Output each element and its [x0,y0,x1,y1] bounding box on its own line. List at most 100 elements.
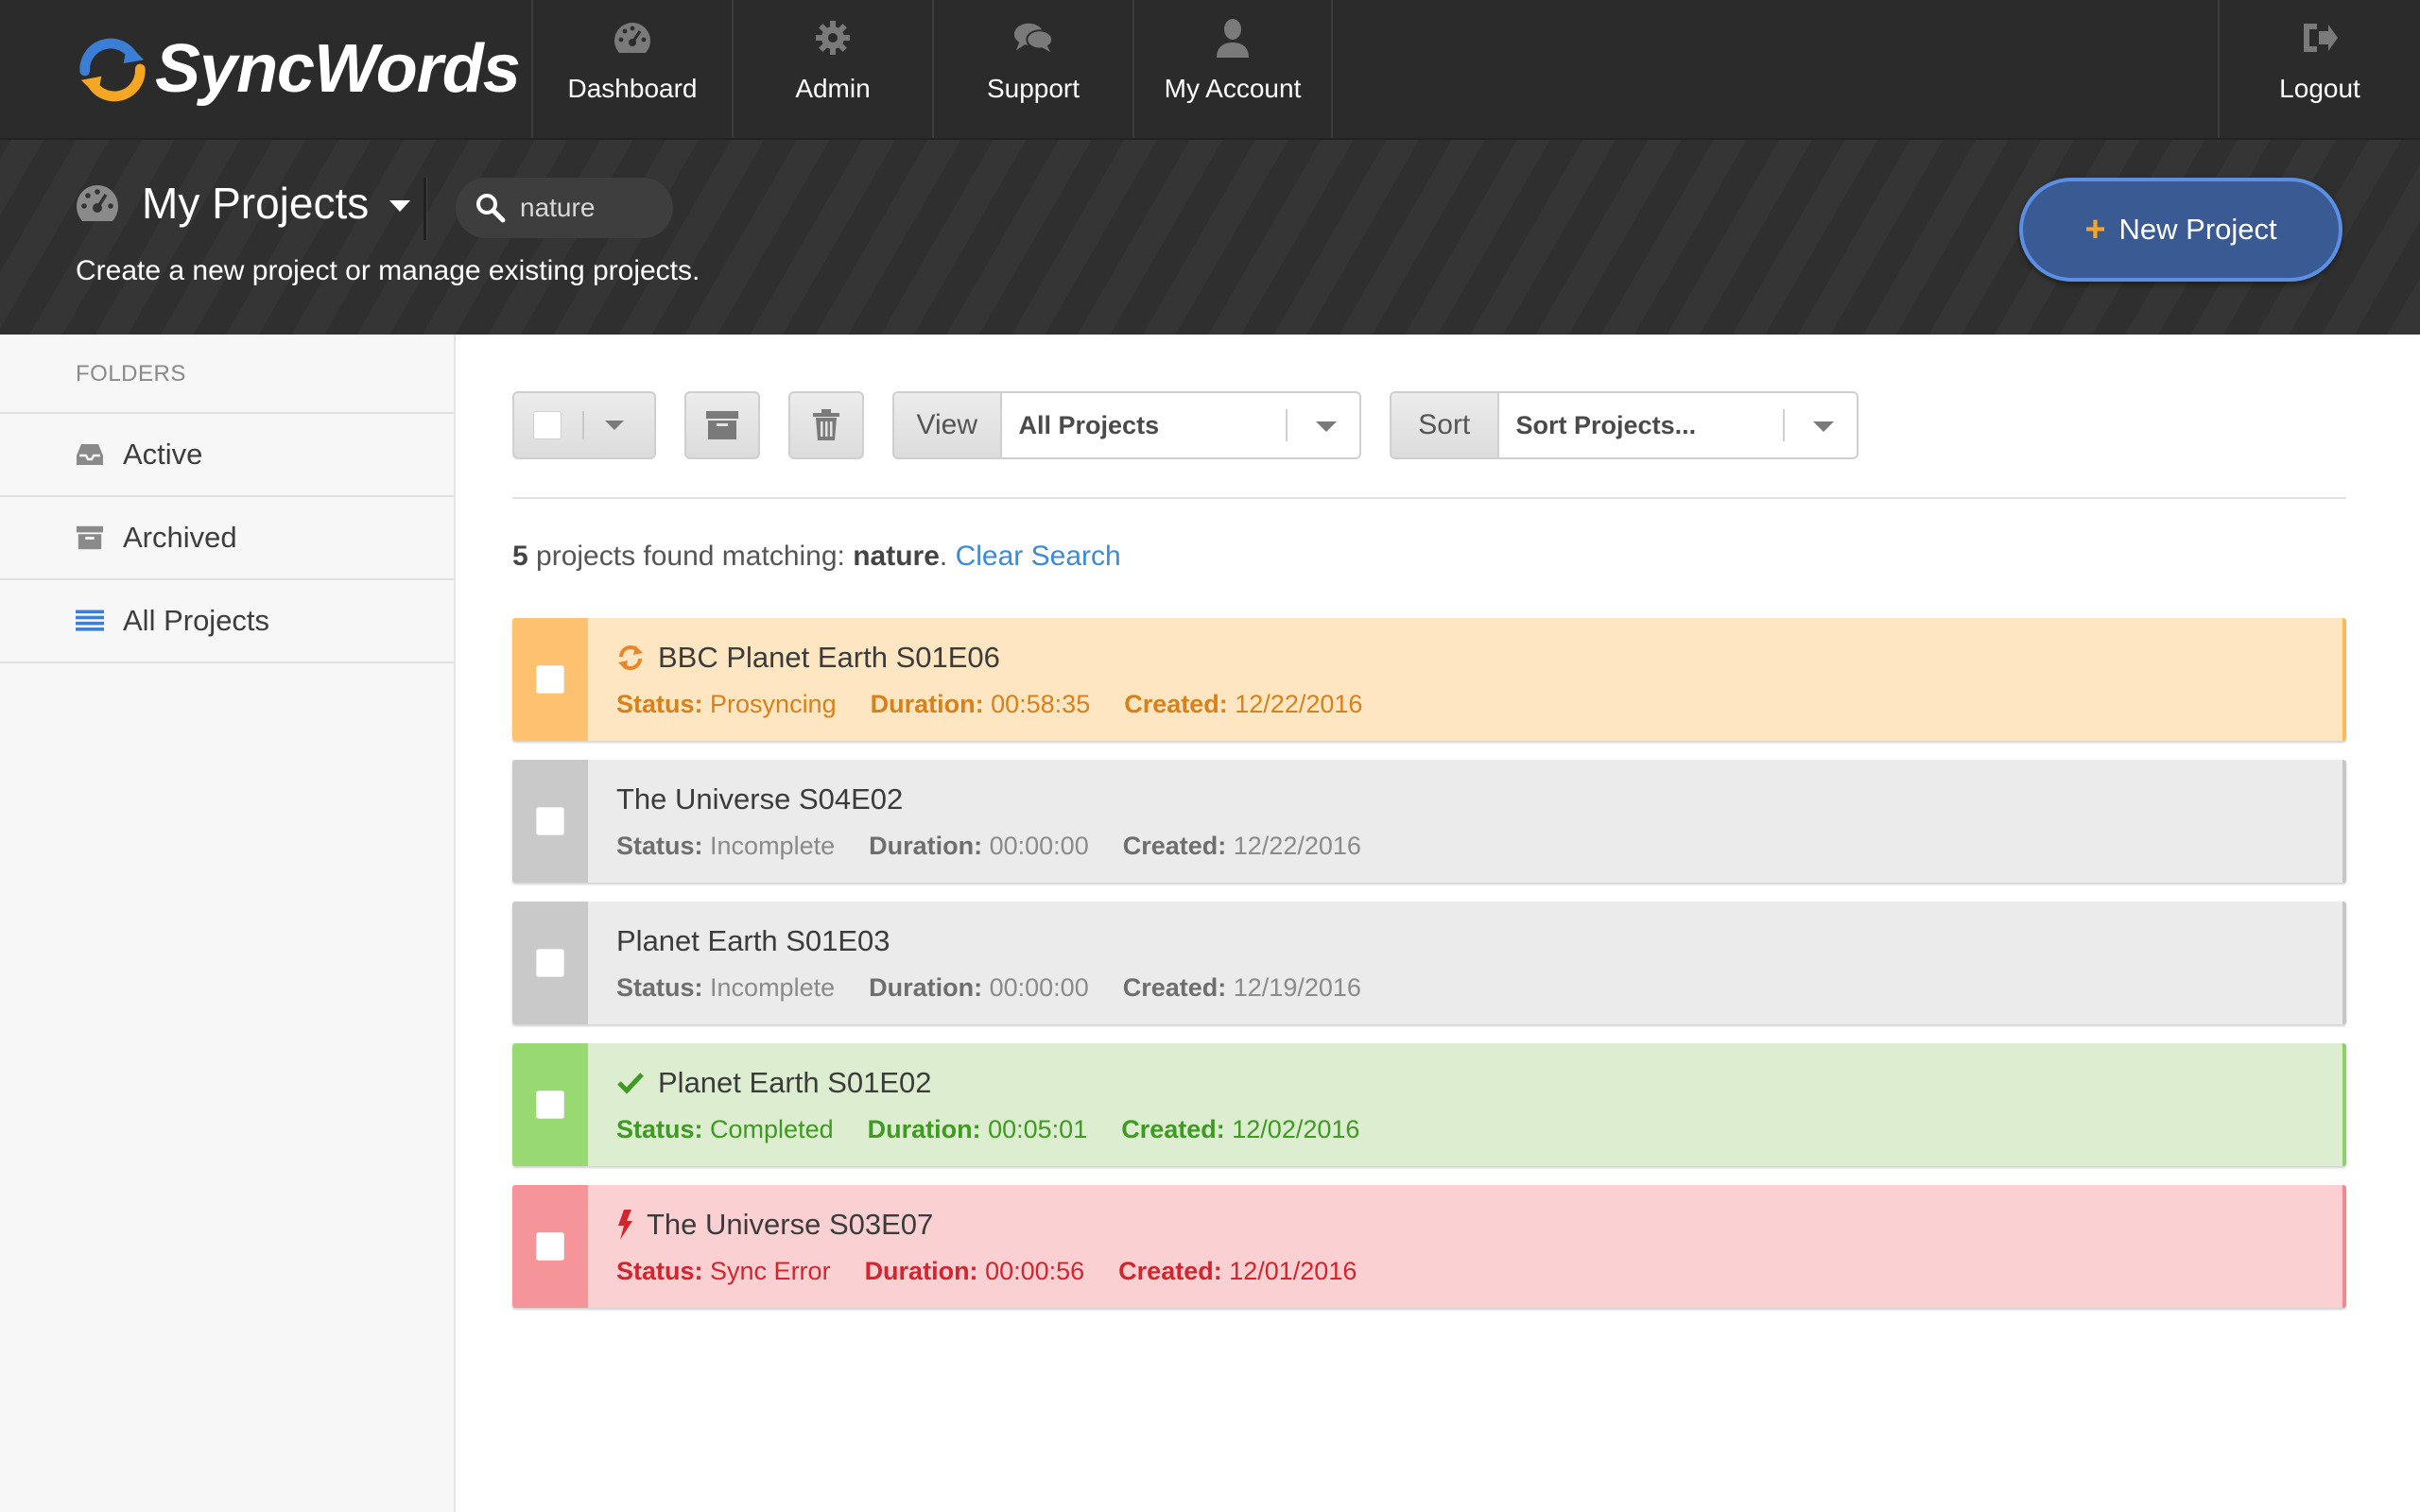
clear-search-link[interactable]: Clear Search [956,541,1121,572]
new-project-label: New Project [2118,213,2277,246]
project-meta: Status: Sync Error Duration: 00:00:56 Cr… [616,1257,1391,1286]
archive-icon [76,524,104,551]
project-meta: Status: Incomplete Duration: 00:00:00 Cr… [616,973,1395,1003]
archive-button[interactable] [684,391,760,459]
sync-icon [616,644,645,672]
project-row[interactable]: Planet Earth S01E03 Status: Incomplete D… [512,902,2346,1024]
nav-my-account[interactable]: My Account [1132,0,1333,138]
select-all-dropdown[interactable] [512,391,656,459]
brand-logo[interactable]: SyncWords [76,26,521,112]
nav-dashboard-label: Dashboard [567,74,698,103]
created-label: Created: [1118,1257,1222,1285]
search-result-summary: 5 projects found matching: nature. Clear… [512,541,1121,573]
project-name-line: Planet Earth S01E02 [616,1066,932,1100]
chevron-down-icon [389,200,411,212]
project-name: The Universe S03E07 [647,1208,934,1241]
project-body[interactable]: Planet Earth S01E02 Status: Completed Du… [588,1043,2342,1166]
status-label: Status: [616,832,703,860]
result-count: 5 [512,541,528,572]
header-divider [424,178,426,240]
project-status: Completed [710,1115,834,1143]
row-checkbox[interactable] [536,807,564,835]
duration-label: Duration: [869,973,983,1002]
page-subtitle: Create a new project or manage existing … [76,255,700,286]
sidebar-item-active[interactable]: Active [0,414,454,497]
folders-sidebar: FOLDERS Active Archived All Projects [0,335,456,1512]
project-status: Incomplete [710,832,836,860]
search-box [456,178,673,238]
inbox-icon [76,441,104,468]
logout-label: Logout [2279,74,2360,103]
delete-button[interactable] [788,391,864,459]
duration-label: Duration: [870,690,984,718]
chevron-down-icon [1315,421,1337,432]
new-project-button[interactable]: + New Project [2019,178,2342,282]
created-label: Created: [1124,690,1228,718]
plus-icon: + [2084,209,2106,249]
row-checkbox[interactable] [536,1232,564,1261]
project-row[interactable]: BBC Planet Earth S01E06 Status: Prosynci… [512,618,2346,741]
row-checkbox-cell [512,618,588,741]
dashboard-icon [612,17,653,59]
duration-label: Duration: [864,1257,978,1285]
toolbar-divider [512,497,2346,499]
status-label: Status: [616,1115,703,1143]
view-select-value[interactable]: All Projects [1002,393,1359,457]
project-name: BBC Planet Earth S01E06 [658,641,1000,674]
checkmark-icon [616,1072,645,1094]
dashboard-icon [77,185,118,221]
result-text: projects found matching: [527,541,854,572]
nav-admin-label: Admin [795,74,871,103]
nav-dashboard[interactable]: Dashboard [531,0,732,138]
search-input[interactable] [520,193,652,223]
brand-name: SyncWords [155,31,521,107]
created-label: Created: [1122,973,1227,1002]
row-checkbox[interactable] [536,1091,564,1119]
logout-button[interactable]: Logout [2218,0,2420,138]
nav-admin[interactable]: Admin [732,0,932,138]
project-body[interactable]: The Universe S03E07 Status: Sync Error D… [588,1185,2342,1308]
list-icon [76,608,104,634]
project-body[interactable]: The Universe S04E02 Status: Incomplete D… [588,760,2342,883]
project-name-line: BBC Planet Earth S01E06 [616,641,1000,675]
chevron-down-icon [1812,421,1834,432]
project-body[interactable]: BBC Planet Earth S01E06 Status: Prosynci… [588,618,2342,741]
sort-select[interactable]: Sort Sort Projects... [1390,391,1858,459]
created-label: Created: [1122,832,1227,860]
row-checkbox-cell [512,760,588,883]
row-checkbox[interactable] [536,949,564,977]
duration-label: Duration: [867,1115,981,1143]
syncwords-logo-icon [79,38,146,102]
project-duration: 00:58:35 [991,690,1091,718]
select-all-checkbox[interactable] [533,411,562,439]
project-name-line: The Universe S04E02 [616,782,903,816]
row-checkbox[interactable] [536,665,564,694]
row-checkbox-cell [512,902,588,1024]
page-header: My Projects Create a new project or mana… [0,140,2420,335]
sort-label: Sort [1392,393,1499,457]
sidebar-item-label: All Projects [123,604,270,637]
view-value: All Projects [1018,410,1160,439]
project-row[interactable]: The Universe S03E07 Status: Sync Error D… [512,1185,2346,1308]
sidebar-item-archived[interactable]: Archived [0,497,454,580]
project-duration: 00:00:00 [989,832,1089,860]
project-row[interactable]: The Universe S04E02 Status: Incomplete D… [512,760,2346,883]
project-meta: Status: Completed Duration: 00:05:01 Cre… [616,1115,1393,1144]
top-navigation-bar: SyncWords Dashboard Admin Support My Acc… [0,0,2420,140]
project-toolbar: View All Projects Sort Sort Projects... [512,391,2346,459]
projects-dropdown[interactable]: My Projects [74,178,411,229]
sidebar-item-all-projects[interactable]: All Projects [0,580,454,663]
project-name-line: The Universe S03E07 [616,1208,933,1242]
dropdown-separator [582,411,584,439]
result-query: nature [853,541,940,572]
view-select[interactable]: View All Projects [892,391,1361,459]
main-nav: Dashboard Admin Support My Account [531,0,1333,138]
project-row[interactable]: Planet Earth S01E02 Status: Completed Du… [512,1043,2346,1166]
nav-support[interactable]: Support [932,0,1132,138]
page-title: My Projects [142,179,370,228]
status-label: Status: [616,973,703,1002]
project-duration: 00:00:00 [989,973,1089,1002]
sort-select-value[interactable]: Sort Projects... [1499,393,1857,457]
chevron-down-icon [605,421,624,430]
project-body[interactable]: Planet Earth S01E03 Status: Incomplete D… [588,902,2342,1024]
